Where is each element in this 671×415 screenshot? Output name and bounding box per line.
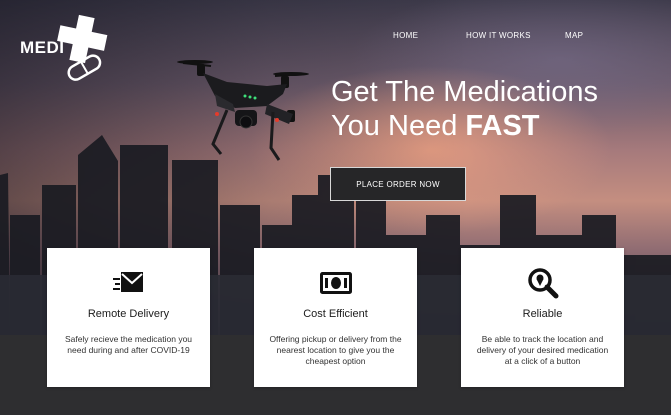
place-order-button[interactable]: PLACE ORDER NOW xyxy=(330,167,466,201)
cash-icon xyxy=(319,272,352,294)
envelope-delivery-icon xyxy=(112,272,143,292)
feature-description: Be able to track the location and delive… xyxy=(476,334,609,366)
feature-description: Offering pickup or delivery from the nea… xyxy=(269,334,402,366)
feature-title: Reliable xyxy=(522,308,563,320)
headline-line-1: Get The Medications xyxy=(331,76,599,108)
feature-title: Cost Efficient xyxy=(303,308,368,320)
feature-card-reliable: Reliable Be able to track the location a… xyxy=(461,248,624,387)
hero-headline: Get The Medications You Need FAST xyxy=(331,75,598,143)
medical-cross-pill-icon xyxy=(57,14,108,81)
headline-line-2-prefix: You Need xyxy=(331,110,466,142)
drone-image xyxy=(177,60,309,161)
feature-card-cost-efficient: Cost Efficient Offering pickup or delive… xyxy=(254,248,417,387)
nav-how-it-works-link[interactable]: HOW IT WORKS xyxy=(466,31,531,40)
nav-map-link[interactable]: MAP xyxy=(565,31,583,40)
feature-card-remote-delivery: Remote Delivery Safely recieve the medic… xyxy=(47,248,210,387)
feature-description: Safely recieve the medication you need d… xyxy=(64,334,193,355)
headline-emphasis: FAST xyxy=(465,110,540,142)
feature-title: Remote Delivery xyxy=(87,308,170,320)
magnifier-location-icon xyxy=(527,268,558,299)
site-logo[interactable]: MEDI xyxy=(18,14,118,86)
nav-home-link[interactable]: HOME xyxy=(393,31,418,40)
